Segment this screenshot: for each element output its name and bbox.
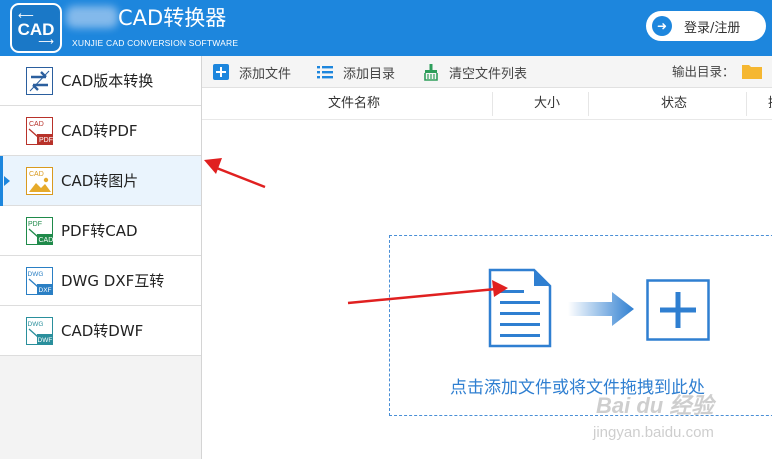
sidebar-item-label: PDF转CAD <box>61 222 138 240</box>
svg-text:PDF: PDF <box>28 221 42 228</box>
sidebar-item-label: DWG DXF互转 <box>61 272 165 290</box>
pdf-to-cad-icon: PDF CAD <box>26 217 53 245</box>
column-status: 状态 <box>661 96 688 111</box>
sidebar-item-cad-to-image[interactable]: CAD CAD转图片 <box>0 156 201 206</box>
sidebar-item-cad-to-pdf[interactable]: CAD PDF CAD转PDF <box>0 106 201 156</box>
login-arrow-icon: ➜ <box>652 16 672 36</box>
clear-list-label: 清空文件列表 <box>449 66 528 82</box>
column-divider <box>588 92 589 116</box>
sidebar-item-cad-version[interactable]: CAD版本转换 <box>0 56 201 106</box>
output-dir-label: 输出目录： <box>672 64 735 79</box>
document-icon <box>488 268 552 348</box>
column-divider <box>492 92 493 116</box>
folder-icon[interactable] <box>742 63 762 79</box>
sidebar-item-pdf-to-cad[interactable]: PDF CAD PDF转CAD <box>0 206 201 256</box>
broom-icon <box>424 64 438 81</box>
arrow-right-icon <box>568 292 634 326</box>
cad-to-dwf-icon: DWG DWF <box>26 317 53 345</box>
annotation-arrowhead-sidebar <box>204 158 222 174</box>
toolbar: 添加文件 添加目录 清空文件列表 输出目录： <box>202 56 772 88</box>
app-title: CAD转换器 <box>118 6 227 30</box>
sidebar-item-label: CAD转图片 <box>61 172 139 190</box>
svg-text:CAD: CAD <box>29 171 44 178</box>
svg-text:CAD: CAD <box>29 121 44 128</box>
arrow-right-icon: ⟶ <box>38 35 54 48</box>
sidebar-item-label: CAD转DWF <box>61 322 144 340</box>
list-icon <box>317 66 333 79</box>
column-file-name: 文件名称 <box>328 96 381 111</box>
sidebar-item-cad-to-dwf[interactable]: DWG DWF CAD转DWF <box>0 306 201 356</box>
svg-text:DXF: DXF <box>39 287 52 294</box>
add-file-button[interactable]: 添加文件 <box>212 56 291 88</box>
svg-text:CAD: CAD <box>39 237 54 244</box>
watermark: Bai du 经验 <box>596 393 714 418</box>
svg-text:DWG: DWG <box>28 321 44 328</box>
add-folder-label: 添加目录 <box>343 66 396 82</box>
login-label: 登录/注册 <box>684 20 741 36</box>
file-table-header: 文件名称 大小 状态 操 <box>202 88 772 120</box>
add-file-icon <box>213 64 229 80</box>
cad-version-convert-icon <box>26 67 53 95</box>
blurred-brand-name <box>66 6 118 28</box>
sidebar-item-dwg-dxf[interactable]: DWG DXF DWG DXF互转 <box>0 256 201 306</box>
add-folder-button[interactable]: 添加目录 <box>316 56 395 88</box>
active-indicator-icon <box>4 176 10 186</box>
svg-text:DWG: DWG <box>28 271 44 278</box>
svg-text:PDF: PDF <box>39 137 53 144</box>
add-plus-icon[interactable] <box>646 279 710 341</box>
sidebar-item-label: CAD转PDF <box>61 122 138 140</box>
add-file-label: 添加文件 <box>239 66 292 82</box>
cad-to-pdf-icon: CAD PDF <box>26 117 53 145</box>
svg-text:DWF: DWF <box>38 337 53 344</box>
clear-list-button[interactable]: 清空文件列表 <box>422 56 527 88</box>
column-size: 大小 <box>534 96 561 111</box>
login-register-button[interactable]: ➜ 登录/注册 <box>646 11 766 41</box>
app-subtitle: XUNJIE CAD CONVERSION SOFTWARE <box>72 38 239 48</box>
app-header: ⟵ CAD ⟶ CAD转换器 XUNJIE CAD CONVERSION SOF… <box>0 0 772 56</box>
sidebar-item-label: CAD版本转换 <box>61 72 154 90</box>
annotation-arrow-sidebar <box>213 165 266 189</box>
column-divider <box>746 92 747 116</box>
dwg-dxf-convert-icon: DWG DXF <box>26 267 53 295</box>
column-actions: 操 <box>768 88 772 120</box>
watermark-url: jingyan.baidu.com <box>593 424 714 441</box>
sidebar: CAD版本转换 CAD PDF CAD转PDF CAD CAD转图片 PDF C… <box>0 56 202 459</box>
app-logo: ⟵ CAD ⟶ <box>10 3 62 53</box>
cad-to-image-icon: CAD <box>26 167 53 195</box>
